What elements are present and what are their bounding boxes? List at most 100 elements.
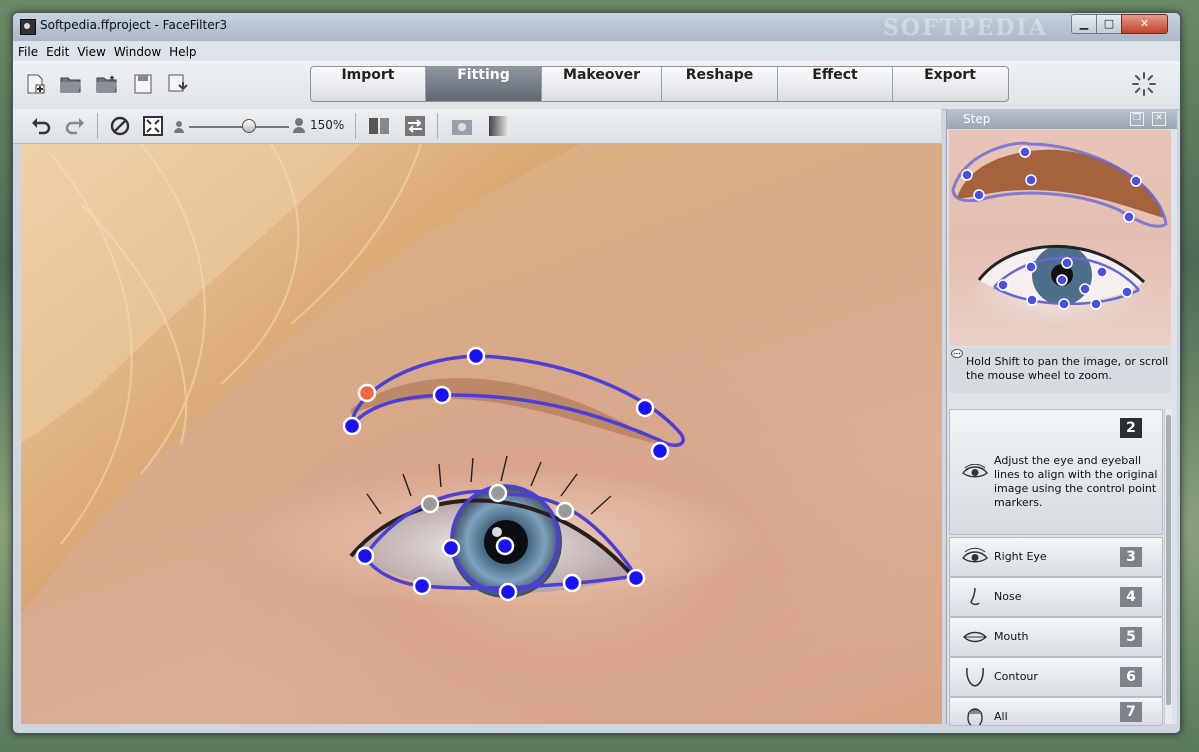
step-label: Contour (994, 670, 1038, 683)
step-panel-title: Step (963, 112, 991, 126)
nose-icon (970, 587, 980, 606)
step-row-contour[interactable]: Contour 6 (949, 657, 1163, 697)
zoom-in-person-icon (293, 118, 305, 133)
control-point[interactable] (562, 573, 582, 593)
face-canvas[interactable] (21, 144, 942, 724)
view-toolbar: 150% (13, 109, 941, 144)
control-point[interactable] (355, 546, 375, 566)
step-label: Mouth (994, 630, 1029, 643)
control-point[interactable] (342, 416, 362, 436)
zoom-out-person-icon (174, 121, 184, 133)
menu-help[interactable]: Help (164, 43, 199, 59)
step-row-nose[interactable]: Nose 4 (949, 577, 1163, 617)
toolbar-separator (437, 113, 438, 139)
control-point-inactive[interactable] (555, 501, 575, 521)
split-view-icon[interactable] (368, 115, 390, 137)
title-bar: Softpedia.ffproject - FaceFilter3 SOFTPE… (13, 13, 1180, 41)
main-toolbar: Import Fitting Makeover Reshape Effect E… (13, 61, 1180, 110)
menu-edit[interactable]: Edit (41, 43, 72, 59)
tab-import[interactable]: Import (311, 67, 426, 101)
menu-view[interactable]: View (72, 43, 108, 59)
step-number: 6 (1120, 667, 1142, 687)
open-recent-icon[interactable] (95, 73, 119, 95)
control-point[interactable] (626, 568, 646, 588)
tab-fitting[interactable]: Fitting (426, 67, 542, 101)
face-icon (967, 708, 983, 725)
step-number: 5 (1120, 627, 1142, 647)
control-point[interactable] (441, 538, 461, 558)
tab-makeover[interactable]: Makeover (542, 67, 662, 101)
eye-icon (962, 547, 988, 563)
toolbar-separator (97, 113, 98, 139)
window-title: Softpedia.ffproject - FaceFilter3 (40, 18, 228, 32)
step-row-all[interactable]: All 7 (949, 697, 1163, 726)
busy-spinner-icon (1132, 72, 1156, 96)
save-icon[interactable] (131, 73, 155, 95)
control-point[interactable] (466, 346, 486, 366)
step-row-right-eye[interactable]: Right Eye 3 (949, 537, 1163, 577)
export-file-icon[interactable] (165, 73, 189, 95)
step-label: All (994, 710, 1008, 723)
control-point-selected[interactable] (357, 383, 377, 403)
tab-effect[interactable]: Effect (778, 67, 893, 101)
tab-reshape[interactable]: Reshape (662, 67, 778, 101)
step-preview-image (949, 130, 1171, 346)
step-label: Right Eye (994, 550, 1047, 563)
app-window: Softpedia.ffproject - FaceFilter3 SOFTPE… (12, 12, 1181, 734)
step-number: 7 (1120, 702, 1142, 722)
minimize-button[interactable]: ▁ (1071, 14, 1097, 34)
hint-box: Hold Shift to pan the image, or scroll t… (949, 347, 1171, 393)
current-step-card: 2 Adjust the eye and eyeball lines to al… (949, 409, 1163, 535)
brow-outline (350, 354, 685, 447)
toolbar-separator (355, 113, 356, 139)
open-folder-icon[interactable] (59, 73, 83, 95)
contour-icon (966, 667, 984, 687)
control-point[interactable] (650, 441, 670, 461)
current-step-number: 2 (1120, 418, 1142, 438)
mouth-icon (963, 631, 987, 643)
scrollbar-thumb[interactable] (1166, 415, 1171, 705)
app-icon (20, 19, 36, 35)
fit-to-window-icon[interactable] (142, 115, 164, 137)
speech-bubble-icon (951, 349, 963, 358)
close-button[interactable]: ✕ (1121, 14, 1168, 34)
preview-eye-illustration (951, 141, 1168, 310)
workflow-tabs: Import Fitting Makeover Reshape Effect E… (310, 66, 1009, 102)
step-number: 4 (1120, 587, 1142, 607)
current-step-description: Adjust the eye and eyeball lines to alig… (994, 454, 1158, 509)
compare-gradient-icon[interactable] (488, 115, 510, 137)
snapshot-icon[interactable] (451, 115, 473, 137)
step-number: 3 (1120, 547, 1142, 567)
panel-close-icon[interactable]: ✕ (1152, 112, 1166, 126)
undock-icon[interactable]: ❐ (1130, 112, 1144, 126)
control-point[interactable] (498, 582, 518, 602)
control-point[interactable] (635, 398, 655, 418)
control-point[interactable] (412, 576, 432, 596)
step-label: Nose (994, 590, 1022, 603)
eye-icon (962, 464, 988, 478)
step-row-mouth[interactable]: Mouth 5 (949, 617, 1163, 657)
step-panel-header: Step ❐ ✕ (947, 109, 1177, 129)
zoom-slider-track[interactable] (189, 126, 289, 128)
new-project-icon[interactable] (24, 73, 48, 95)
tab-export[interactable]: Export (893, 67, 1007, 101)
step-list-scrollbar[interactable] (1164, 409, 1172, 724)
menu-window[interactable]: Window (109, 43, 164, 59)
zoom-level: 150% (310, 118, 345, 132)
menu-bar: File Edit View Window Help (13, 41, 1180, 62)
swap-view-icon[interactable] (404, 115, 426, 137)
zoom-slider-knob[interactable] (242, 119, 256, 133)
control-point[interactable] (495, 536, 515, 556)
reset-icon[interactable] (109, 115, 131, 137)
watermark: SOFTPEDIA (883, 15, 1048, 41)
menu-file[interactable]: File (13, 43, 41, 59)
undo-icon[interactable] (30, 115, 52, 137)
fitting-overlay (342, 346, 685, 602)
redo-icon[interactable] (64, 115, 86, 137)
step-panel: Step ❐ ✕ Hold Shift to pan the image, or… (946, 109, 1177, 726)
control-point-inactive[interactable] (420, 494, 440, 514)
hint-text: Hold Shift to pan the image, or scroll t… (966, 355, 1169, 382)
control-point[interactable] (432, 385, 452, 405)
control-point-inactive[interactable] (488, 483, 508, 503)
maximize-button[interactable]: □ (1096, 14, 1122, 34)
